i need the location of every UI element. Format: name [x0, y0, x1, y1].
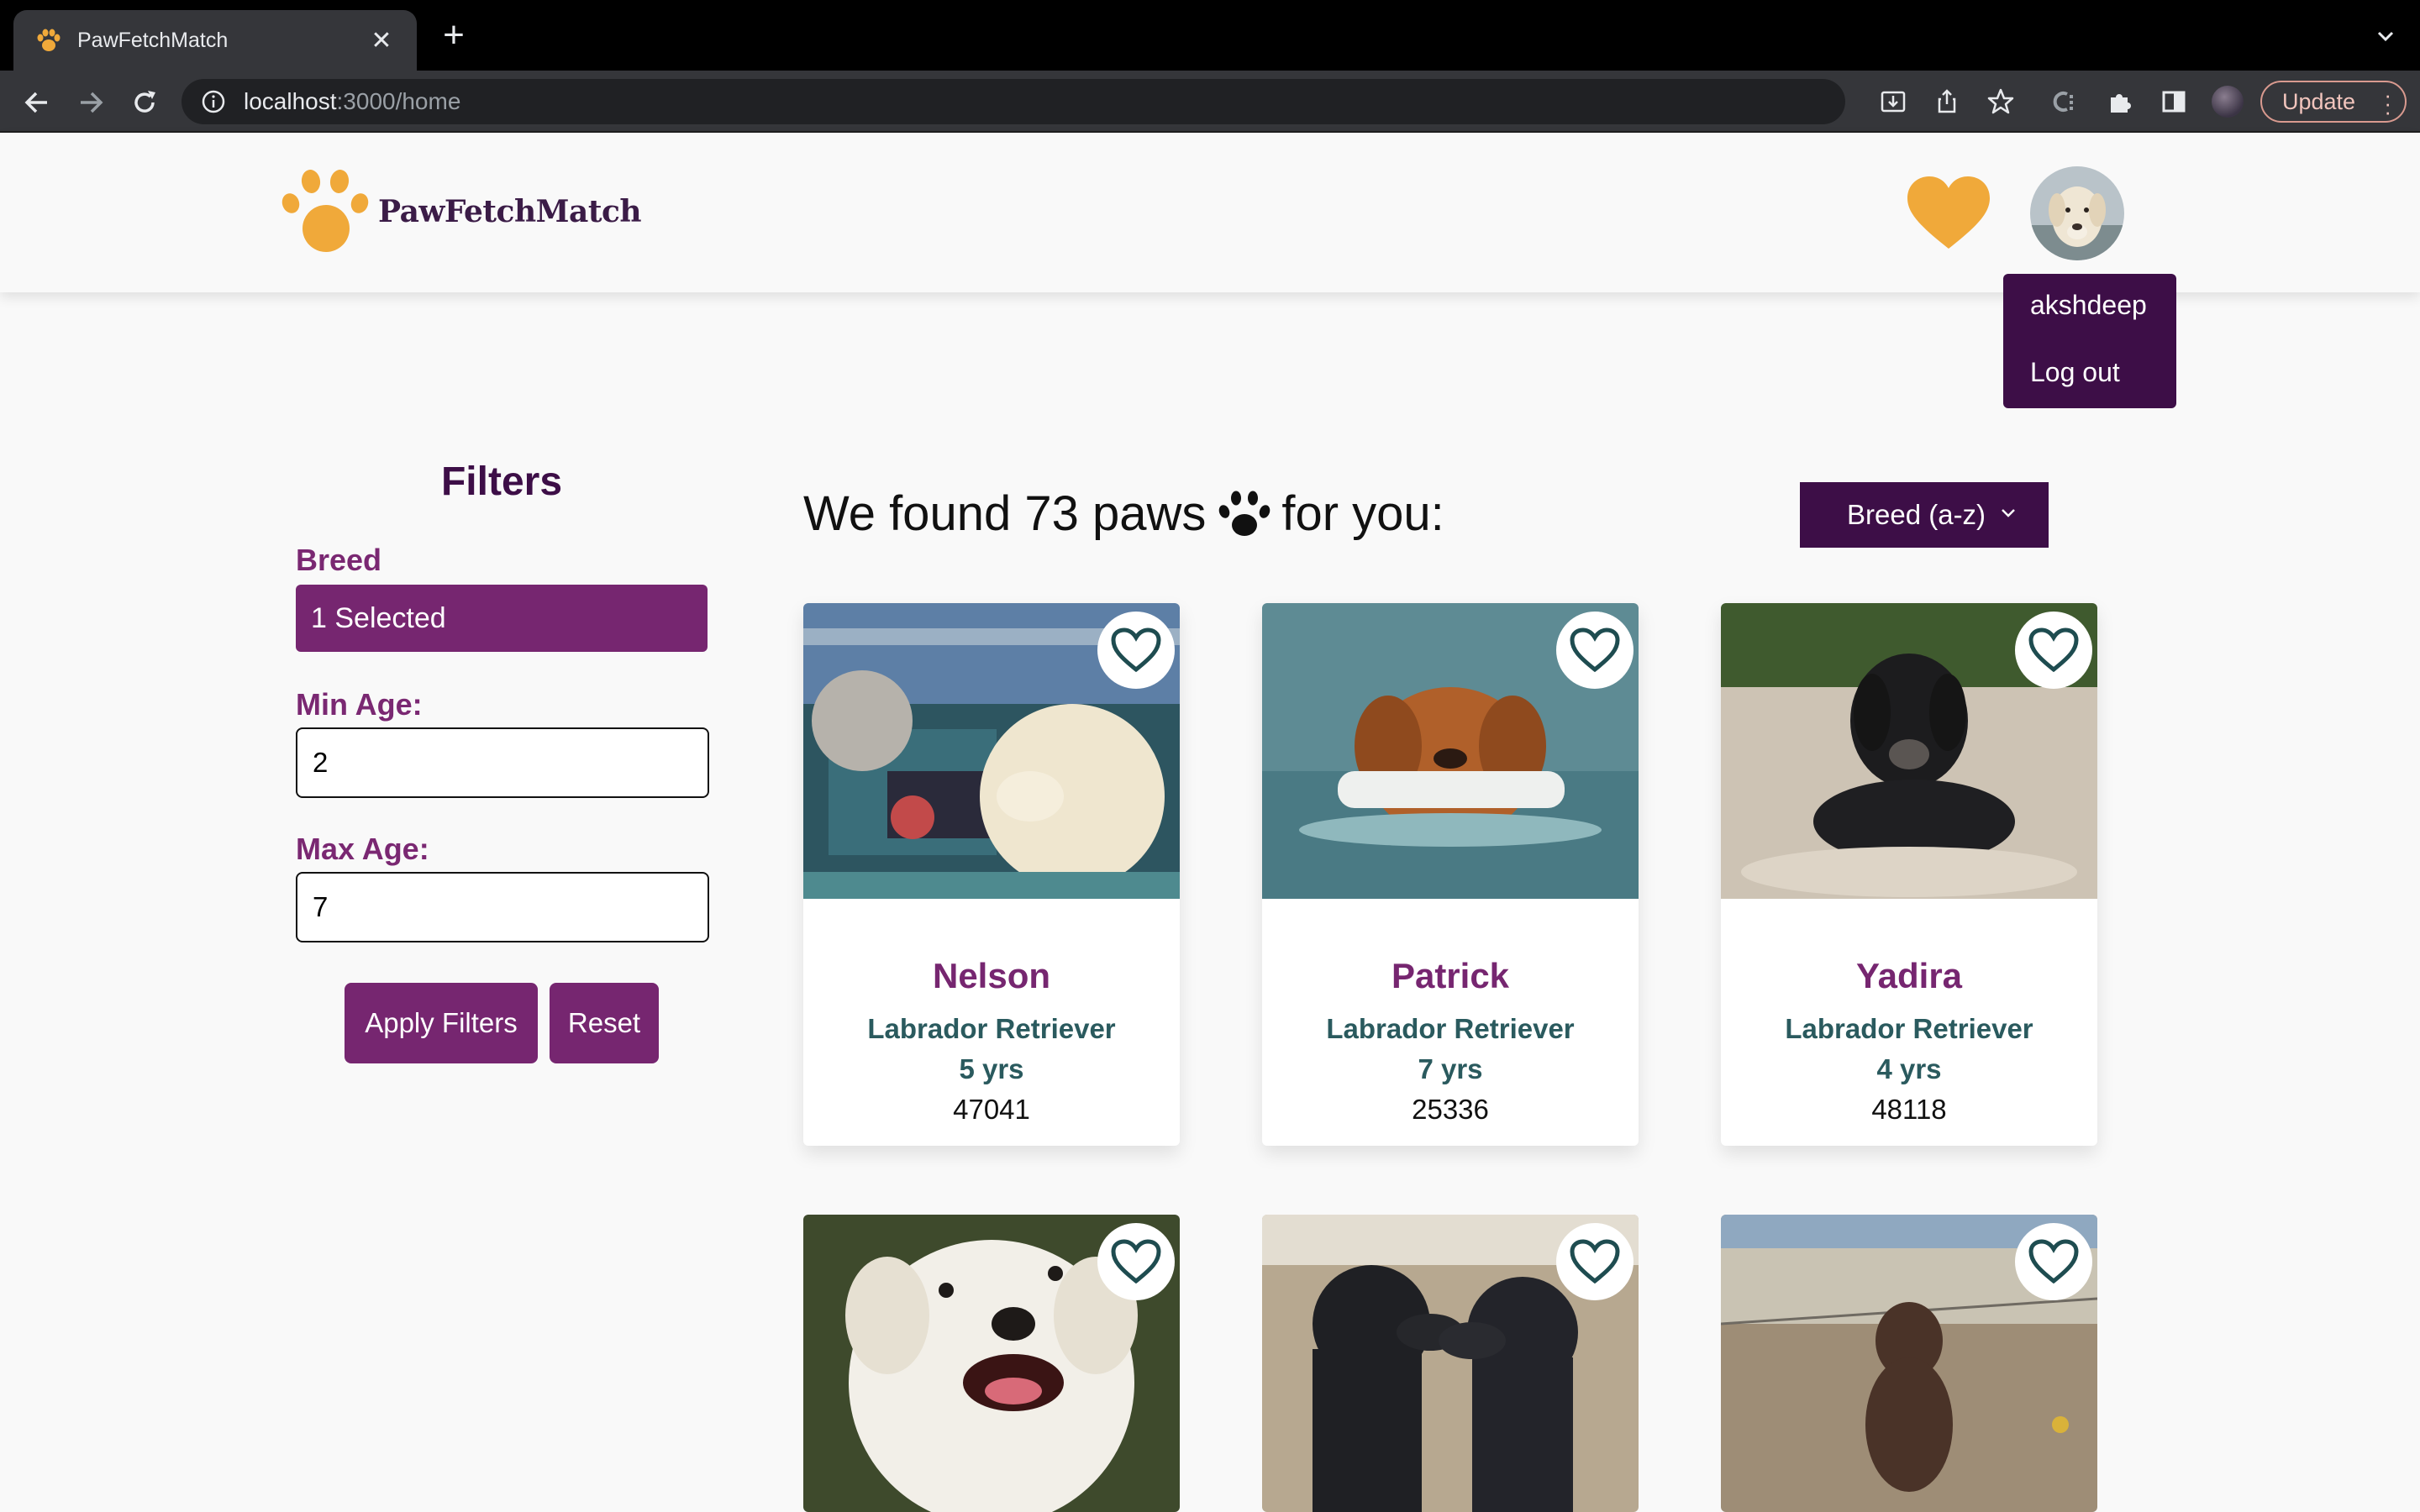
dog-name: Patrick	[1391, 956, 1510, 995]
extensions-puzzle-icon[interactable]	[2104, 86, 2136, 118]
dog-age: 4 yrs	[1876, 1053, 1942, 1084]
reset-button[interactable]: Reset	[550, 983, 659, 1063]
reload-icon[interactable]	[128, 86, 161, 119]
new-tab-icon[interactable]: +	[435, 17, 472, 54]
url-host: localhost	[244, 88, 337, 114]
paw-icon	[1219, 491, 1270, 536]
sort-label: Breed (a-z)	[1847, 499, 1986, 530]
more-menu-icon[interactable]: · · ·	[2384, 84, 2391, 123]
dog-zip: 47041	[953, 1094, 1030, 1125]
dog-card[interactable]: Nelson Labrador Retriever 5 yrs 47041	[803, 603, 1180, 1146]
dog-breed: Labrador Retriever	[1785, 1013, 2033, 1044]
favorite-heart-icon[interactable]	[1556, 612, 1634, 689]
dog-card[interactable]: Yadira Labrador Retriever 4 yrs 48118	[1721, 603, 2097, 1146]
dog-zip: 48118	[1871, 1094, 1947, 1125]
update-label: Update	[2282, 88, 2356, 114]
paw-favicon-icon	[37, 29, 60, 51]
extension-c-icon[interactable]	[2049, 86, 2081, 118]
user-dropdown-menu: akshdeep Log out	[2003, 274, 2176, 408]
results-heading: We found 73 paws for you:	[803, 486, 1444, 542]
side-panel-icon[interactable]	[2158, 86, 2190, 118]
favorite-heart-icon[interactable]	[1097, 1223, 1175, 1300]
bookmark-star-icon[interactable]	[1985, 86, 2017, 118]
apply-filters-button[interactable]: Apply Filters	[345, 983, 538, 1063]
dog-card[interactable]: Patrick Labrador Retriever 7 yrs 25336	[1262, 603, 1639, 1146]
avatar-dog-image	[2030, 166, 2124, 260]
results-count-text: We found 73 paws	[803, 486, 1207, 541]
favorite-heart-icon[interactable]	[2015, 1223, 2092, 1300]
browser-tab[interactable]: PawFetchMatch ✕	[13, 10, 417, 71]
min-age-label: Min Age:	[296, 687, 423, 722]
tab-title: PawFetchMatch	[77, 28, 229, 52]
dog-name: Nelson	[932, 956, 1051, 995]
dog-breed: Labrador Retriever	[1326, 1013, 1575, 1044]
chevron-down-icon	[2002, 509, 2015, 517]
max-age-input[interactable]	[296, 872, 709, 942]
site-info-icon[interactable]	[200, 88, 227, 115]
dog-card[interactable]	[803, 1215, 1180, 1512]
sort-dropdown[interactable]: Breed (a-z)	[1800, 482, 2049, 548]
results-suffix-text: for you:	[1281, 486, 1444, 541]
min-age-input[interactable]	[296, 727, 709, 798]
favorite-heart-icon[interactable]	[2015, 612, 2092, 689]
tab-close-icon[interactable]: ✕	[366, 26, 397, 55]
favorite-heart-icon[interactable]	[1097, 612, 1175, 689]
tab-search-chevron-icon[interactable]	[2373, 24, 2398, 49]
dog-name: Yadira	[1855, 956, 1963, 995]
dog-breed: Labrador Retriever	[867, 1013, 1116, 1044]
dog-age: 5 yrs	[959, 1053, 1024, 1084]
breed-multiselect[interactable]: 1 Selected	[296, 585, 708, 652]
max-age-label: Max Age:	[296, 832, 429, 866]
logo[interactable]: PawFetchMatch	[281, 166, 642, 257]
dog-card[interactable]	[1262, 1215, 1639, 1512]
address-bar[interactable]: localhost:3000/home	[182, 79, 1845, 124]
browser-tab-bar: PawFetchMatch ✕ +	[0, 0, 2420, 71]
filters-title: Filters	[440, 459, 563, 504]
dog-zip: 25336	[1412, 1094, 1489, 1125]
favorites-heart-icon[interactable]	[1904, 175, 1993, 252]
dog-age: 7 yrs	[1418, 1053, 1483, 1084]
url-path: :3000/home	[336, 88, 461, 114]
favorite-heart-icon[interactable]	[1556, 1223, 1634, 1300]
back-arrow-icon[interactable]	[20, 86, 54, 119]
update-button[interactable]: Update · · ·	[2260, 81, 2407, 123]
logo-text: PawFetchMatch	[378, 194, 642, 229]
user-avatar[interactable]	[2030, 166, 2124, 260]
menu-item-username[interactable]: akshdeep	[2003, 289, 2176, 356]
breed-label: Breed	[296, 543, 382, 577]
menu-item-logout[interactable]: Log out	[2003, 356, 2176, 403]
dog-card[interactable]	[1721, 1215, 2097, 1512]
share-icon[interactable]	[1931, 86, 1963, 118]
forward-arrow-icon[interactable]	[74, 86, 108, 119]
browser-toolbar: localhost:3000/home Update · · ·	[0, 71, 2420, 133]
browser-profile-avatar[interactable]	[2212, 86, 2244, 118]
paw-logo-icon	[281, 170, 369, 252]
install-app-icon[interactable]	[1877, 86, 1909, 118]
